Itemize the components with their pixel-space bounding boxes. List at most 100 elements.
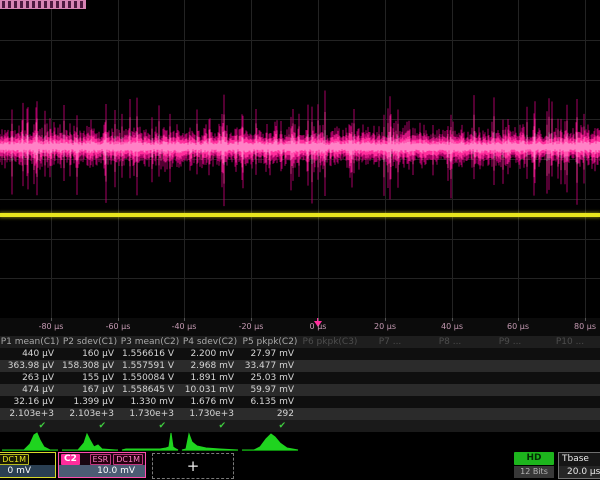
axis-tick-label: 80 μs bbox=[574, 322, 596, 331]
param-mean: 363.98 μV bbox=[0, 360, 60, 372]
param-max bbox=[420, 384, 480, 396]
bottom-bar: DC1M 0 mV C2 ESR DC1M 10.0 mV + HD 12 Bi… bbox=[0, 452, 600, 480]
param-header-p3[interactable]: P3 mean(C2) bbox=[120, 336, 180, 348]
c2-esr-badge: ESR bbox=[90, 454, 112, 465]
param-num bbox=[420, 408, 480, 420]
timebase-descriptor[interactable]: Tbase 20.0 μs bbox=[558, 452, 600, 479]
param-max: 1.558645 V bbox=[120, 384, 180, 396]
param-header-p6[interactable]: P6 pkpk(C3) bbox=[300, 336, 360, 348]
c1-coupling-badge: DC1M bbox=[0, 454, 29, 465]
c2-channel-badge: C2 bbox=[61, 454, 80, 465]
param-header-p5[interactable]: P5 pkpk(C2) bbox=[240, 336, 300, 348]
axis-tickmark bbox=[385, 318, 386, 321]
param-num: 2.103e+3 bbox=[0, 408, 60, 420]
param-header-p10[interactable]: P10 ... bbox=[540, 336, 600, 348]
param-num: 1.730e+3 bbox=[180, 408, 240, 420]
param-header-p8[interactable]: P8 ... bbox=[420, 336, 480, 348]
param-sdev bbox=[300, 396, 360, 408]
param-value: 2.200 mV bbox=[180, 348, 240, 360]
param-mean bbox=[540, 360, 600, 372]
param-header-p9[interactable]: P9 ... bbox=[480, 336, 540, 348]
param-sdev: 1.399 μV bbox=[60, 396, 120, 408]
param-min bbox=[420, 372, 480, 384]
param-sdev bbox=[360, 396, 420, 408]
axis-tickmark bbox=[585, 318, 586, 321]
param-num: 2.103e+3 bbox=[60, 408, 120, 420]
param-header-p1[interactable]: P1 mean(C1) bbox=[0, 336, 60, 348]
param-value: 27.97 mV bbox=[240, 348, 300, 360]
param-min: 263 μV bbox=[0, 372, 60, 384]
channel-c2-descriptor[interactable]: C2 ESR DC1M 10.0 mV bbox=[58, 452, 146, 478]
param-mean: 158.308 μV bbox=[60, 360, 120, 372]
c2-vdiv-value: 10.0 mV bbox=[59, 465, 145, 477]
axis-tickmark bbox=[184, 318, 185, 321]
param-sdev bbox=[540, 396, 600, 408]
hd-bits-label: 12 Bits bbox=[514, 466, 554, 478]
param-min bbox=[360, 372, 420, 384]
param-min bbox=[300, 372, 360, 384]
param-mean bbox=[480, 360, 540, 372]
param-max bbox=[540, 384, 600, 396]
plus-icon: + bbox=[187, 457, 200, 475]
axis-tickmark bbox=[518, 318, 519, 321]
param-sdev bbox=[480, 396, 540, 408]
axis-tick-label: -60 μs bbox=[106, 322, 131, 331]
axis-tickmark bbox=[51, 318, 52, 321]
timebase-value: 20.0 μs bbox=[559, 466, 600, 478]
param-max bbox=[300, 384, 360, 396]
param-mean: 1.557591 V bbox=[120, 360, 180, 372]
param-value: 1.556616 V bbox=[120, 348, 180, 360]
param-value bbox=[540, 348, 600, 360]
axis-tick-label: 0 μs bbox=[310, 322, 327, 331]
histicon-p3[interactable] bbox=[120, 431, 180, 452]
param-num: 1.730e+3 bbox=[120, 408, 180, 420]
param-max: 474 μV bbox=[0, 384, 60, 396]
histicon-p4[interactable] bbox=[180, 431, 240, 452]
c1-vdiv-value: 0 mV bbox=[0, 465, 55, 477]
param-value bbox=[480, 348, 540, 360]
param-mean bbox=[360, 360, 420, 372]
histicon-p5[interactable] bbox=[240, 431, 300, 452]
param-sdev: 6.135 mV bbox=[240, 396, 300, 408]
param-value bbox=[420, 348, 480, 360]
param-mean bbox=[300, 360, 360, 372]
param-value: 440 μV bbox=[0, 348, 60, 360]
param-mean bbox=[420, 360, 480, 372]
measurement-histicons bbox=[0, 431, 600, 452]
axis-tick-label: 20 μs bbox=[374, 322, 396, 331]
param-sdev bbox=[420, 396, 480, 408]
param-header-p2[interactable]: P2 sdev(C1) bbox=[60, 336, 120, 348]
waveform-plot[interactable] bbox=[0, 0, 600, 319]
param-num bbox=[360, 408, 420, 420]
axis-tick-label: -20 μs bbox=[239, 322, 264, 331]
c2-coupling-badge: DC1M bbox=[113, 454, 143, 465]
param-header-p7[interactable]: P7 ... bbox=[360, 336, 420, 348]
param-max: 10.031 mV bbox=[180, 384, 240, 396]
hd-mode-badge[interactable]: HD bbox=[514, 452, 554, 465]
param-sdev: 1.676 mV bbox=[180, 396, 240, 408]
measurement-table: P1 mean(C1)P2 sdev(C1)P3 mean(C2)P4 sdev… bbox=[0, 336, 600, 431]
param-num bbox=[540, 408, 600, 420]
param-max bbox=[480, 384, 540, 396]
param-max: 167 μV bbox=[60, 384, 120, 396]
c1-flat-trace bbox=[0, 213, 600, 217]
timebase-label: Tbase bbox=[559, 453, 600, 466]
axis-tickmark bbox=[118, 318, 119, 321]
param-min: 1.891 mV bbox=[180, 372, 240, 384]
axis-tick-label: 60 μs bbox=[507, 322, 529, 331]
axis-tickmark bbox=[251, 318, 252, 321]
param-num: 292 bbox=[240, 408, 300, 420]
axis-tickmark bbox=[318, 318, 319, 321]
param-min: 155 μV bbox=[60, 372, 120, 384]
histicon-p1[interactable] bbox=[0, 431, 60, 452]
param-max bbox=[360, 384, 420, 396]
time-axis: -100 μs-80 μs-60 μs-40 μs-20 μs0 μs20 μs… bbox=[0, 318, 600, 337]
channel-c1-descriptor[interactable]: DC1M 0 mV bbox=[0, 452, 56, 478]
axis-tick-label: -40 μs bbox=[172, 322, 197, 331]
histicon-p2[interactable] bbox=[60, 431, 120, 452]
add-trace-button[interactable]: + bbox=[152, 453, 234, 479]
param-num bbox=[300, 408, 360, 420]
param-min bbox=[480, 372, 540, 384]
param-header-p4[interactable]: P4 sdev(C2) bbox=[180, 336, 240, 348]
param-sdev: 1.330 mV bbox=[120, 396, 180, 408]
